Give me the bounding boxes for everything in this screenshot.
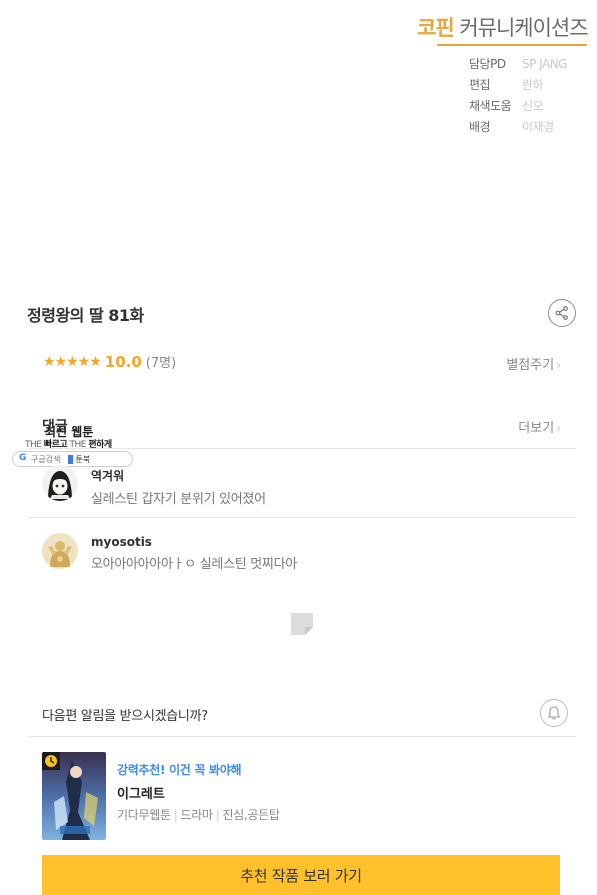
comment-item: myosotis 오아아아아아아ㅏㅇ 실레스틴 멋찌다아: [42, 533, 297, 572]
credit-role: 채색도움: [469, 99, 512, 113]
divider: [28, 736, 576, 737]
chevron-right-icon: ›: [556, 421, 561, 435]
comment-text: 실레스틴 갑자기 분위기 있어졌어: [91, 492, 266, 507]
credit-role: 편집: [469, 78, 491, 92]
share-icon: [555, 306, 568, 320]
credit-role: 담당PD: [469, 57, 506, 71]
credit-table: 담당PD SP JANG 편집 란하 채색도움 신오 배경 이재경: [469, 54, 587, 138]
comment-body: myosotis 오아아아아아아ㅏㅇ 실레스틴 멋찌다아: [91, 533, 297, 572]
toonbook-label: 툰북: [75, 454, 91, 464]
brand-name-rest: 커뮤니케이션즈: [459, 16, 588, 40]
google-search-label[interactable]: 구글검색: [31, 454, 60, 465]
comic-cover-image: [42, 752, 106, 840]
credit-row: 채색도움 신오: [469, 96, 587, 117]
comment-item: 역겨워 실레스틴 갑자기 분위기 있어졌어: [42, 465, 266, 507]
rating-score: 10.0: [104, 352, 142, 371]
credit-row: 편집 란하: [469, 75, 587, 96]
separator: |: [173, 808, 178, 822]
divider: [28, 448, 576, 449]
avatar: [42, 465, 78, 501]
google-icon: G: [19, 453, 27, 463]
bell-icon: [547, 706, 561, 720]
credit-name: 란하: [522, 78, 544, 92]
recommendation-thumbnail[interactable]: [42, 752, 106, 840]
more-link-label: 더보기: [518, 421, 555, 436]
golden-statue-avatar-icon: [42, 533, 78, 569]
girl-avatar-icon: [42, 465, 78, 501]
rate-link-label: 별점주기: [506, 358, 555, 373]
episode-title: 정령왕의 딸 81화: [27, 306, 144, 325]
document-placeholder-icon: [291, 613, 313, 635]
chevron-right-icon: ›: [556, 358, 561, 372]
separator: |: [215, 808, 220, 822]
comment-author: 역겨워: [91, 469, 125, 483]
credit-name: 신오: [522, 99, 544, 113]
book-icon: [68, 454, 74, 464]
comment-body: 역겨워 실레스틴 갑자기 분위기 있어졌어: [91, 465, 266, 507]
brand-name-highlight: 코핀: [417, 16, 455, 40]
credit-name: 이재경: [522, 120, 554, 134]
avatar: [42, 533, 78, 569]
rating-summary: ★★★★★ 10.0 (7명): [43, 352, 177, 372]
recommendation-card[interactable]: 강력추천! 이건 꼭 봐야해 이그레트 기다무웹툰 | 드라마 | 진심,공든탑: [42, 752, 280, 840]
notification-prompt: 다음편 알림을 받으시겠습니까?: [42, 709, 208, 724]
recommendation-genres: 기다무웹툰 | 드라마 | 진심,공든탑: [117, 806, 280, 823]
recommended-works-button[interactable]: 추천 작품 보러 가기: [42, 855, 560, 895]
share-button[interactable]: [548, 299, 576, 327]
genre-label: 진심,공든탑: [222, 808, 280, 822]
credit-name: SP JANG: [522, 57, 567, 71]
comment-text: 오아아아아아아ㅏㅇ 실레스틴 멋찌다아: [91, 557, 297, 572]
star-rating-icons: ★★★★★: [43, 353, 102, 370]
notification-bell-button[interactable]: [540, 699, 568, 727]
recommendation-info: 강력추천! 이건 꼭 봐야해 이그레트 기다무웹툰 | 드라마 | 진심,공든탑: [117, 761, 280, 840]
recommendation-tag: 강력추천! 이건 꼭 봐야해: [117, 763, 242, 777]
credits-block: 코핀 커뮤니케이션즈 담당PD SP JANG 편집 란하 채색도움 신오 배경…: [417, 12, 589, 138]
genre-label: 드라마: [180, 808, 213, 822]
divider: [28, 517, 576, 518]
genre-label: 기다무웹툰: [117, 808, 171, 822]
recommendation-title: 이그레트: [117, 787, 165, 802]
toonbook-link[interactable]: 툰북: [68, 454, 90, 465]
credit-row: 담당PD SP JANG: [469, 54, 587, 75]
brand-underline: [437, 44, 587, 46]
more-comments-link[interactable]: 더보기 ›: [518, 417, 561, 436]
studio-logo: 코핀 커뮤니케이션즈: [417, 12, 589, 42]
rating-count: (7명): [145, 356, 177, 371]
credit-role: 배경: [469, 120, 491, 134]
credit-row: 배경 이재경: [469, 117, 587, 138]
rate-link[interactable]: 별점주기 ›: [506, 354, 561, 373]
comment-author: myosotis: [91, 535, 152, 549]
